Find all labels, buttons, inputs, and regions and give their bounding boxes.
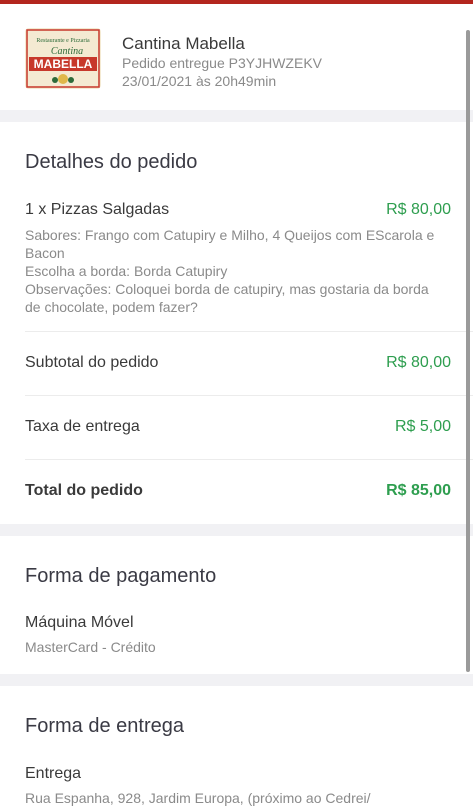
delivery-method: Entrega <box>25 765 82 782</box>
store-name: Cantina Mabella <box>122 34 245 53</box>
delivery-fee-row: Taxa de entrega R$ 5,00 <box>25 418 451 438</box>
total-label: Total do pedido <box>25 482 143 499</box>
payment-detail: MasterCard - Crédito <box>25 639 156 655</box>
subtotal-row: Subtotal do pedido R$ 80,00 <box>25 354 451 374</box>
order-details-section <box>0 122 473 524</box>
subtotal-label: Subtotal do pedido <box>25 354 159 371</box>
order-date: 23/01/2021 às 20h49min <box>122 73 277 89</box>
payment-title: Forma de pagamento <box>25 565 217 587</box>
divider <box>25 395 473 396</box>
item-name: 1 x Pizzas Salgadas <box>25 201 170 218</box>
delivery-fee-label: Taxa de entrega <box>25 418 140 435</box>
total-row: Total do pedido R$ 85,00 <box>25 482 451 502</box>
section-separator <box>0 110 473 122</box>
divider <box>25 331 473 332</box>
item-flavors: Sabores: Frango com Catupiry e Milho, 4 … <box>25 227 435 261</box>
logo-top-text: Restaurante e Pizzaria <box>36 38 90 44</box>
delivery-address: Rua Espanha, 928, Jardim Europa, (próxim… <box>25 790 371 806</box>
scrollbar[interactable] <box>466 30 470 672</box>
subtotal-value: R$ 80,00 <box>386 354 451 371</box>
order-status: Pedido entregue P3YJHWZEKV <box>122 55 322 71</box>
item-crust: Escolha a borda: Borda Catupiry <box>25 263 228 279</box>
divider <box>25 459 473 460</box>
payment-method: Máquina Móvel <box>25 614 134 631</box>
total-value: R$ 85,00 <box>386 482 451 499</box>
item-price: R$ 80,00 <box>386 201 451 218</box>
store-logo: Restaurante e Pizzaria Cantina MABELLA <box>25 28 101 89</box>
section-separator <box>0 524 473 536</box>
item-notes: Observações: Coloquei borda de catupiry,… <box>25 281 429 315</box>
section-separator <box>0 674 473 686</box>
item-details: Sabores: Frango com Catupiry e Milho, 4 … <box>25 226 445 316</box>
delivery-title: Forma de entrega <box>25 715 184 737</box>
delivery-fee-value: R$ 5,00 <box>394 418 451 435</box>
logo-main-text: MABELLA <box>34 57 93 71</box>
order-item: 1 x Pizzas Salgadas R$ 80,00 <box>25 201 451 221</box>
order-header: Restaurante e Pizzaria Cantina MABELLA C… <box>0 4 473 110</box>
logo-script-text: Cantina <box>51 46 83 57</box>
order-details-title: Detalhes do pedido <box>25 151 198 173</box>
